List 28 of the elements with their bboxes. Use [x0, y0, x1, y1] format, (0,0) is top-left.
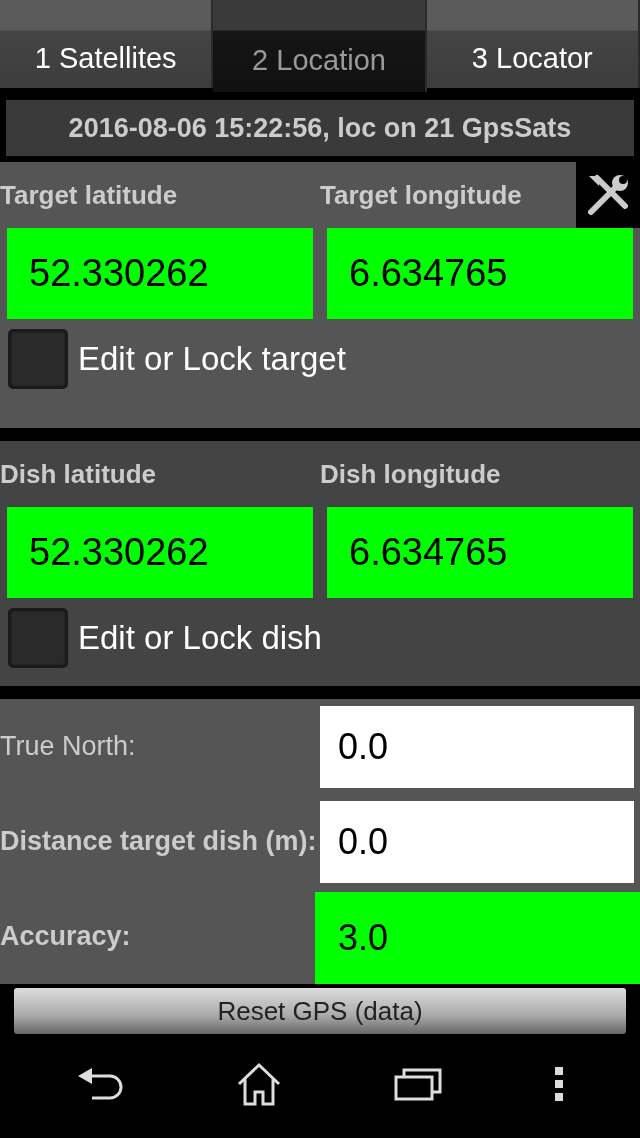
- back-icon[interactable]: [76, 1066, 124, 1102]
- settings-icon[interactable]: [576, 162, 640, 228]
- field-label: Accuracy:: [0, 920, 132, 952]
- checkbox[interactable]: [8, 608, 68, 668]
- checkbox-label: Edit or Lock target: [78, 339, 346, 380]
- value-field[interactable]: 3.0: [315, 892, 640, 984]
- longitude-label: Dish longitude: [320, 457, 501, 491]
- longitude-label: Target longitude: [320, 178, 522, 212]
- value-field[interactable]: 0.0: [320, 705, 634, 788]
- checkbox[interactable]: [8, 329, 68, 389]
- overflow-menu-icon[interactable]: [554, 1067, 564, 1101]
- latitude-label: Target latitude: [0, 178, 179, 212]
- tab[interactable]: 1 Satellites: [0, 0, 214, 88]
- tab[interactable]: 3 Locator: [426, 0, 640, 88]
- tab[interactable]: 2 Location: [213, 0, 427, 92]
- status-text: 2016-08-06 15:22:56, loc on 21 GpsSats: [6, 100, 634, 156]
- checkbox-label: Edit or Lock dish: [78, 618, 322, 659]
- latitude-label: Dish latitude: [0, 457, 157, 491]
- recent-apps-icon[interactable]: [394, 1067, 442, 1101]
- home-icon[interactable]: [236, 1062, 282, 1106]
- field-label: True North:: [0, 730, 137, 762]
- latitude-field[interactable]: 52.330262: [7, 228, 313, 319]
- field-label: Distance target dish (m):: [0, 825, 318, 857]
- reset-gps-button[interactable]: Reset GPS (data): [14, 988, 626, 1034]
- value-field[interactable]: 0.0: [320, 800, 634, 883]
- longitude-field[interactable]: 6.634765: [327, 507, 633, 598]
- latitude-field[interactable]: 52.330262: [7, 507, 313, 598]
- longitude-field[interactable]: 6.634765: [327, 228, 633, 319]
